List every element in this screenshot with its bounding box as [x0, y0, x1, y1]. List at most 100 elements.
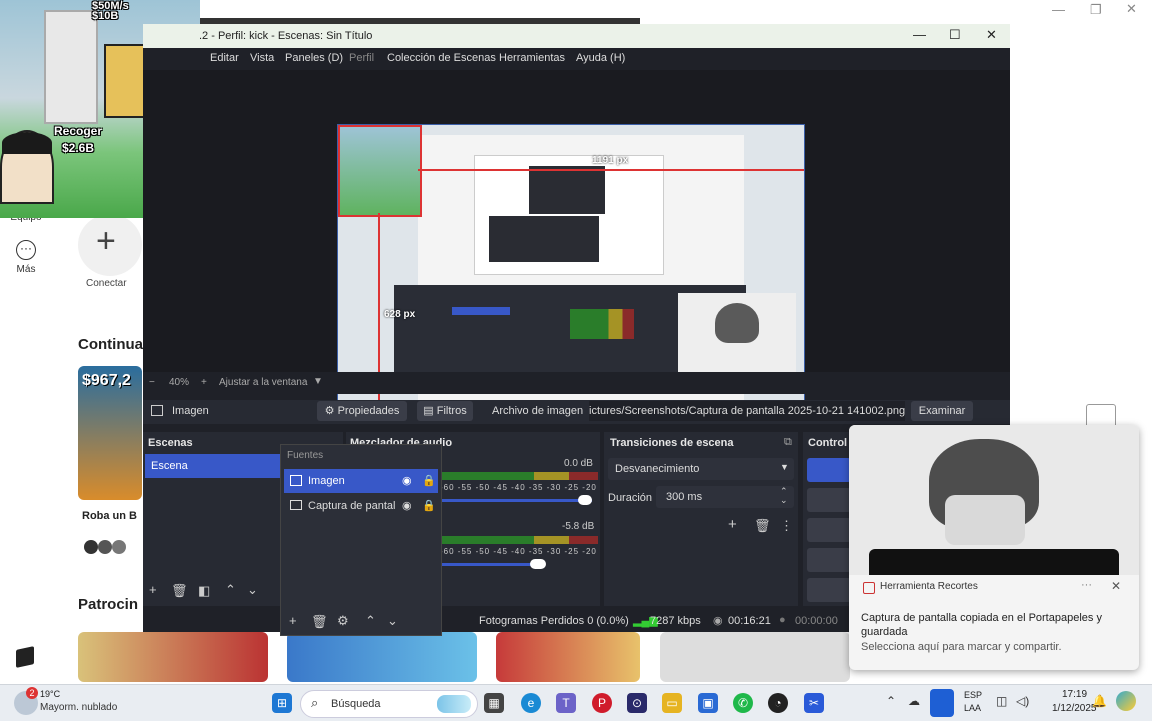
sponsored-card-2[interactable] — [287, 632, 477, 682]
teams-icon[interactable]: T — [556, 693, 576, 713]
snipping-tool-taskbar-icon[interactable]: ✂ — [804, 693, 824, 713]
remove-transition-icon[interactable]: 🗑 — [754, 518, 771, 534]
filters-button[interactable]: ▤ Filtros — [417, 401, 473, 421]
task-view-icon[interactable]: ▦ — [484, 693, 504, 713]
sources-title: Fuentes — [287, 450, 324, 461]
filter-icon: ▤ — [423, 405, 437, 417]
transition-more-icon[interactable]: ⋮ — [780, 518, 793, 534]
volume-slider-1[interactable] — [440, 499, 592, 502]
clock-time[interactable]: 17:19 — [1062, 689, 1087, 700]
browse-button[interactable]: Examinar — [911, 401, 973, 421]
add-transition-icon[interactable]: + — [728, 516, 737, 533]
sponsored-card-3[interactable] — [496, 632, 640, 682]
selected-image-source[interactable] — [338, 125, 422, 217]
virtual-camera-button[interactable] — [807, 518, 851, 542]
obs-window-title: .2 - Perfil: kick - Escenas: Sin Título — [199, 30, 373, 42]
source-item-image[interactable]: Imagen ◉ 🔒 — [284, 469, 438, 493]
minimize-icon[interactable]: — — [1052, 2, 1065, 17]
remove-scene-icon[interactable]: 🗑 — [171, 583, 188, 599]
chevron-down-icon[interactable]: ▼ — [313, 376, 323, 387]
restore-icon[interactable]: ❐ — [1090, 2, 1102, 18]
settings-button[interactable] — [807, 578, 851, 602]
more-icon[interactable]: ··· — [16, 240, 36, 260]
edge-icon[interactable]: e — [521, 693, 541, 713]
game-player-avatar — [0, 130, 54, 204]
zoom-in-button[interactable]: + — [201, 377, 207, 388]
dock-popout-icon[interactable]: ⧉ — [784, 436, 792, 449]
menu-perfil[interactable]: Perfil — [349, 52, 374, 64]
scene-filters-icon[interactable]: ◧ — [198, 583, 210, 599]
menu-ayuda[interactable]: Ayuda (H) — [576, 52, 625, 64]
whatsapp-icon[interactable]: ✆ — [733, 693, 753, 713]
language-code[interactable]: ESP — [964, 690, 982, 700]
connect-button[interactable]: + — [78, 214, 142, 276]
obs-close-icon[interactable]: ✕ — [986, 27, 997, 43]
move-down-icon[interactable]: ⌄ — [247, 582, 258, 598]
file-explorer-icon[interactable]: ▭ — [662, 693, 682, 713]
duration-input[interactable]: 300 ms ⌃ ⌄ — [656, 486, 794, 508]
move-up-icon[interactable]: ⌃ — [225, 582, 236, 598]
chevron-up-icon[interactable]: ⌃ — [886, 694, 896, 708]
network-status-icon[interactable]: ☁ — [908, 694, 920, 708]
remove-source-icon[interactable]: 🗑 — [311, 614, 328, 630]
notification-bell-icon[interactable]: 🔔 — [1092, 694, 1107, 708]
close-icon[interactable]: ✕ — [1126, 1, 1137, 17]
stepper-down-icon[interactable]: ⌄ — [780, 495, 788, 506]
zoom-out-button[interactable]: − — [149, 377, 155, 388]
snipping-notification[interactable]: Herramienta Recortes ··· ✕ Captura de pa… — [849, 425, 1139, 670]
start-streaming-button[interactable] — [807, 458, 851, 482]
transition-select[interactable]: Desvanecimiento ▼ — [608, 458, 794, 480]
volume-slider-2-handle[interactable] — [530, 559, 546, 569]
windows-start-icon[interactable]: ⊞ — [272, 693, 292, 713]
more-options-icon[interactable]: ··· — [1081, 579, 1092, 591]
menu-paneles[interactable]: Paneles (D) — [285, 52, 343, 64]
wifi-icon[interactable]: ◫ — [996, 694, 1007, 708]
volume-icon[interactable]: ◁) — [1016, 694, 1029, 708]
store-icon[interactable]: ▣ — [698, 693, 718, 713]
menu-coleccion-escenas[interactable]: Colección de Escenas — [387, 52, 496, 64]
zoom-fit-select[interactable]: Ajustar a la ventana — [219, 377, 307, 388]
game-card-thumbnail[interactable]: $967,2 — [78, 366, 142, 500]
start-recording-button[interactable] — [807, 488, 851, 512]
roblox-logo-icon[interactable] — [16, 646, 34, 668]
weather-widget[interactable]: 2 — [14, 687, 38, 715]
obs-preview-area[interactable]: 1191 px 628 px — [143, 70, 1010, 417]
section-continue-title: Continua — [78, 336, 143, 353]
sponsored-card-4[interactable] — [660, 632, 850, 682]
obs-minimize-icon[interactable]: — — [913, 27, 926, 42]
obs-maximize-icon[interactable]: ☐ — [949, 27, 961, 43]
menu-herramientas[interactable]: Herramientas — [499, 52, 565, 64]
obs-icon[interactable]: ◔ — [768, 693, 788, 713]
taskbar-search[interactable]: ⌕ Búsqueda — [300, 690, 478, 718]
game-collect-label: Recoger — [54, 124, 103, 138]
volume-slider-1-handle[interactable] — [578, 495, 592, 505]
roblox-sidebar: Equipo ··· Más — [0, 200, 52, 680]
source-up-icon[interactable]: ⌃ — [365, 613, 376, 629]
menu-editar[interactable]: Editar — [210, 52, 239, 64]
close-notification-icon[interactable]: ✕ — [1111, 579, 1121, 593]
sidebar-item-more[interactable]: Más — [0, 264, 52, 275]
studio-mode-button[interactable] — [807, 548, 851, 572]
add-scene-icon[interactable]: + — [149, 582, 157, 597]
pinterest-icon[interactable]: P — [592, 693, 612, 713]
gear-icon: ⚙ — [324, 405, 338, 417]
properties-button[interactable]: ⚙ Propiedades — [317, 401, 407, 421]
volume-slider-2[interactable] — [440, 563, 540, 566]
language-region[interactable]: LAA — [964, 703, 981, 713]
add-source-icon[interactable]: + — [289, 613, 297, 628]
game-card-title[interactable]: Roba un B — [82, 510, 137, 522]
source-settings-icon[interactable]: ⚙ — [337, 613, 349, 629]
copilot-icon[interactable] — [1116, 691, 1136, 711]
lock-icon[interactable]: 🔒 — [422, 474, 436, 487]
clock-date[interactable]: 1/12/2025 — [1052, 703, 1097, 714]
lock-icon[interactable]: 🔒 — [422, 499, 436, 512]
app-icon[interactable]: ⊙ — [627, 693, 647, 713]
source-item-capture[interactable]: Captura de pantal ◉ 🔒 — [284, 494, 438, 518]
source-down-icon[interactable]: ⌄ — [387, 613, 398, 629]
sponsored-card-1[interactable] — [78, 632, 268, 682]
eye-icon[interactable]: ◉ — [402, 474, 412, 487]
menu-vista[interactable]: Vista — [250, 52, 274, 64]
file-path-field[interactable]: ictures/Screenshots/Captura de pantalla … — [589, 401, 905, 421]
microphone-icon[interactable] — [930, 689, 954, 717]
eye-icon[interactable]: ◉ — [402, 499, 412, 512]
